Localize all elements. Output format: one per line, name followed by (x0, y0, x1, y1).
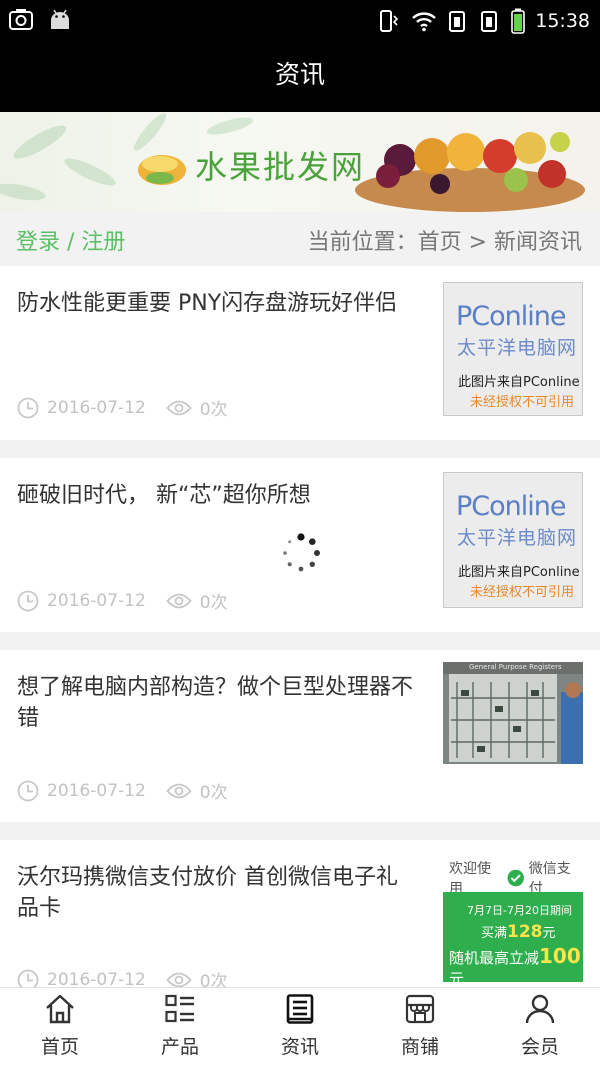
clock-icon (17, 397, 39, 418)
tab-member[interactable]: 会员 (480, 988, 600, 1067)
news-thumbnail: 欢迎使用 微信支付 7月7日-7月20日期间 买满128元 随机最高立减100元 (443, 840, 583, 987)
promo-period: 7月7日-7月20日期间 (467, 904, 572, 917)
sim1-signal-icon (449, 11, 466, 32)
pconline-logo: PConline (456, 491, 566, 522)
eye-icon (166, 593, 192, 608)
news-meta: 2016-07-12 0次 (17, 395, 228, 420)
android-icon (51, 9, 69, 29)
eye-icon (166, 972, 192, 987)
tab-news[interactable]: 资讯 (240, 988, 360, 1067)
news-thumbnail: PConline 太平洋电脑网 此图片来自PConline 未经授权不可引用 (443, 282, 583, 416)
wifi-icon (412, 12, 437, 32)
home-icon (46, 994, 74, 1024)
tab-home[interactable]: 首页 (0, 988, 120, 1067)
clock-icon (17, 780, 39, 801)
pconline-logo: PConline (456, 301, 566, 332)
bottom-tab-bar: 首页 产品 资讯 商铺 会员 (0, 987, 600, 1067)
login-register-link[interactable]: 登录 / 注册 (16, 224, 125, 256)
news-title: 沃尔玛携微信支付放价 首创微信电子礼品卡 (17, 865, 398, 921)
news-thumbnail: PConline 太平洋电脑网 此图片来自PConline 未经授权不可引用 (443, 472, 583, 608)
news-item[interactable]: 想了解电脑内部构造？做个巨型处理器不错 2016-07-12 0次 Genera… (0, 650, 600, 822)
loading-spinner-icon (283, 533, 320, 572)
tab-label: 会员 (520, 1036, 559, 1058)
sim2-signal-icon (481, 11, 498, 32)
battery-icon (511, 8, 526, 34)
news-views: 0次 (199, 593, 228, 613)
tab-label: 首页 (40, 1036, 79, 1058)
news-views: 0次 (199, 400, 228, 420)
news-title: 砸破旧时代， 新“芯”超你所想 (17, 483, 311, 508)
promo-discount: 随机最高立减100元 (449, 944, 581, 987)
thumbnail-warning: 未经授权不可引用 (470, 585, 575, 600)
promo-threshold: 买满128元 (481, 922, 556, 942)
banner[interactable]: 水果批发网 (0, 112, 600, 212)
tab-shops[interactable]: 商铺 (360, 988, 480, 1067)
tab-label: 产品 (160, 1036, 199, 1058)
thumbnail-source: 此图片来自PConline (458, 375, 580, 390)
news-thumbnail: General Purpose Registers (443, 662, 583, 764)
crumb-bar: 登录 / 注册 当前位置：首页 > 新闻资讯 (0, 212, 600, 266)
news-item[interactable]: 沃尔玛携微信支付放价 首创微信电子礼品卡 2016-07-12 0次 欢迎使用 … (0, 840, 600, 987)
tab-products[interactable]: 产品 (120, 988, 240, 1067)
eye-icon (166, 783, 192, 798)
screenshot-icon (9, 9, 33, 30)
wechat-pay-check-icon (507, 869, 525, 887)
newspaper-icon (286, 994, 314, 1024)
status-bar: 15:38 (0, 0, 600, 42)
news-title: 想了解电脑内部构造？做个巨型处理器不错 (17, 675, 414, 731)
vibrate-phone-icon (380, 10, 399, 32)
clock-icon (17, 969, 39, 987)
news-item[interactable]: 防水性能更重要 PNY闪存盘游玩好伴侣 2016-07-12 0次 PConli… (0, 266, 600, 440)
news-views: 0次 (199, 783, 228, 803)
banner-brand: 水果批发网 (195, 148, 366, 186)
eye-icon (166, 400, 192, 415)
pconline-logo-cn: 太平洋电脑网 (457, 337, 578, 359)
news-date: 2016-07-12 (47, 590, 146, 611)
grid-list-icon (165, 994, 194, 1023)
thumbnail-source: 此图片来自PConline (458, 565, 580, 580)
user-icon (525, 994, 555, 1024)
news-title: 防水性能更重要 PNY闪存盘游玩好伴侣 (17, 291, 398, 316)
page-title: 资讯 (0, 42, 600, 112)
news-date: 2016-07-12 (47, 780, 146, 801)
tab-label: 商铺 (400, 1036, 439, 1058)
news-meta: 2016-07-12 0次 (17, 588, 228, 613)
thumbnail-caption: General Purpose Registers (469, 663, 562, 671)
thumbnail-warning: 未经授权不可引用 (470, 395, 575, 410)
news-views: 0次 (199, 972, 228, 987)
news-date: 2016-07-12 (47, 397, 146, 418)
news-meta: 2016-07-12 0次 (17, 967, 228, 987)
clock-time: 15:38 (535, 10, 590, 32)
promo-panel: 7月7日-7月20日期间 买满128元 随机最高立减100元 (443, 892, 583, 987)
news-date: 2016-07-12 (47, 969, 146, 988)
pconline-logo-cn: 太平洋电脑网 (457, 527, 578, 549)
tab-label: 资讯 (280, 1036, 319, 1058)
news-meta: 2016-07-12 0次 (17, 778, 228, 803)
clock-icon (17, 590, 39, 611)
circuit-photo-image (443, 662, 583, 764)
store-icon (405, 994, 435, 1024)
breadcrumb: 当前位置：首页 > 新闻资讯 (307, 230, 582, 255)
